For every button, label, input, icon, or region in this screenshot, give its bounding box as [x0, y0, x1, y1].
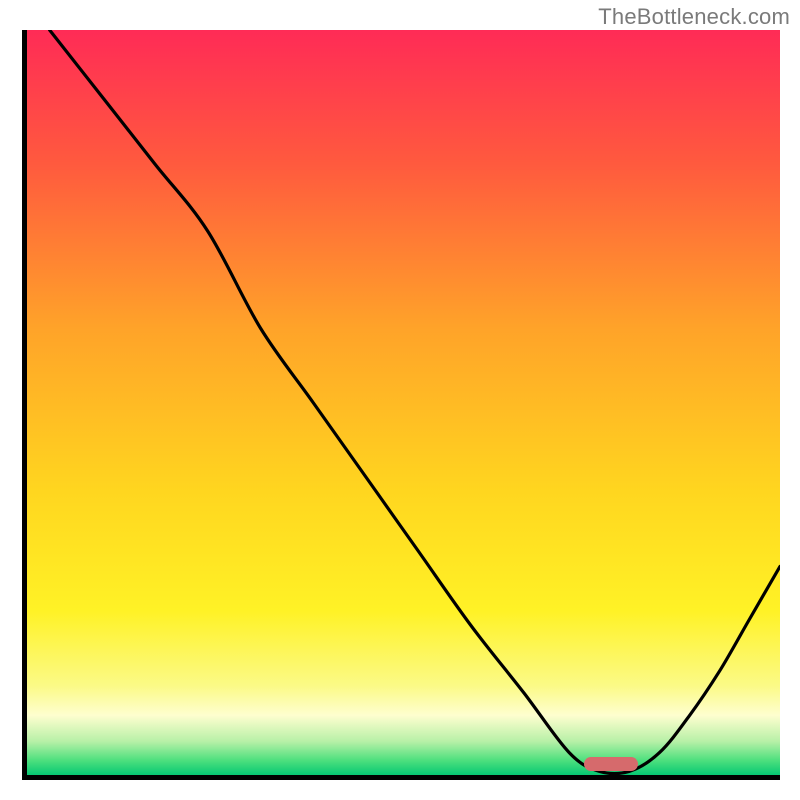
background-gradient [27, 30, 780, 775]
watermark-text: TheBottleneck.com [598, 4, 790, 30]
optimal-zone-marker [584, 757, 638, 771]
chart-container: TheBottleneck.com [0, 0, 800, 800]
plot-area [22, 30, 780, 780]
